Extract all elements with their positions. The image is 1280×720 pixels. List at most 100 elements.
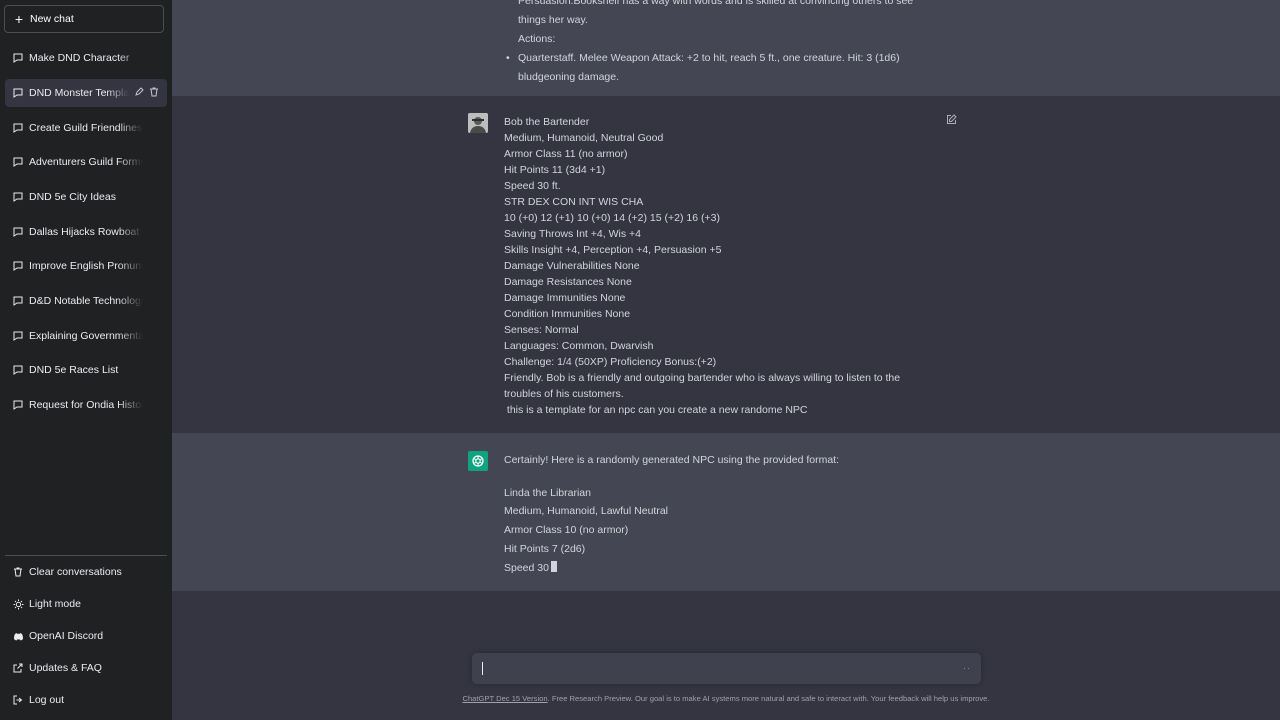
sidebar-item-conversation[interactable]: Explaining Governmental Empire [5,322,167,350]
clear-conversations-label: Clear conversations [29,566,122,578]
conversation-label: DND Monster Template [29,87,129,99]
message-line: 10 (+0) 12 (+1) 10 (+0) 14 (+2) 15 (+2) … [504,212,720,224]
sidebar-item-conversation[interactable]: Request for Ondia History details [5,391,167,419]
message-list-item: Quarterstaff. Melee Weapon Attack: +2 to… [506,49,938,68]
message-input[interactable]: ·· [472,653,981,684]
chat-bubble-icon [7,365,29,375]
conversation-label: Dallas Hijacks Rowboat [29,226,140,238]
sidebar-divider [5,555,167,556]
message-line: Hit Points 7 (2d6) [504,542,586,555]
message-line: Senses: Normal [504,324,579,336]
sidebar-item-conversation[interactable]: DND 5e City Ideas [5,183,167,211]
previous-assistant-message: Persuasion.Bookshelf has a way with word… [172,0,1280,97]
chat-bubble-icon [7,157,29,167]
chat-bubble-icon [7,261,29,271]
message-text: things her way. [518,14,588,26]
message-line: this is a template for an npc can you cr… [504,404,808,416]
conversation-label: Explaining Governmental Empire [29,330,143,342]
sidebar-item-conversation[interactable]: DND 5e Races List [5,356,167,384]
chat-bubble-icon [7,400,29,410]
conversation-label: D&D Notable Technologies [29,295,143,307]
sun-icon [7,599,29,610]
clear-conversations-button[interactable]: Clear conversations [5,559,167,585]
version-link[interactable]: ChatGPT Dec 15 Version [462,694,547,703]
chat-bubble-icon [7,296,29,306]
conversation-label: Make DND Character [29,52,130,64]
conversation-label: Create Guild Friendliness Scale [29,122,143,134]
discord-label: OpenAI Discord [29,630,104,642]
new-chat-label: New chat [30,13,74,25]
message-line: Speed 30 ft. [504,180,561,192]
chat-main: Persuasion.Bookshelf has a way with word… [172,0,1280,720]
conversation-label: Adventurers Guild Formed [29,156,143,168]
message-line: Friendly. Bob is a friendly and outgoing… [504,372,901,384]
sidebar: + New chat Make DND Character DND Monste… [0,0,172,720]
discord-link[interactable]: OpenAI Discord [5,623,167,649]
message-line: Damage Immunities None [504,292,626,304]
discord-icon [7,632,29,641]
edit-icon[interactable] [134,86,144,100]
message-line: Speed 30 [504,559,934,578]
text-caret [482,662,483,675]
log-out-label: Log out [29,694,65,706]
message-line: Damage Resistances None [504,276,632,288]
conversation-label: Improve English Pronunciation [29,260,143,272]
conversation-label: DND 5e City Ideas [29,191,116,203]
updates-faq-label: Updates & FAQ [29,662,102,674]
message-line: Skills Insight +4, Perception +4, Persua… [504,244,722,256]
sidebar-item-conversation[interactable]: Make DND Character [5,44,167,72]
sidebar-item-conversation[interactable]: Create Guild Friendliness Scale [5,114,167,142]
sidebar-item-conversation[interactable]: Adventurers Guild Formed [5,148,167,176]
light-mode-button[interactable]: Light mode [5,591,167,617]
message-line: Bob the Bartender [504,116,590,128]
chat-bubble-icon [7,53,29,63]
message-line: Medium, Humanoid, Neutral Good [504,132,664,144]
chat-bubble-icon [7,192,29,202]
message-text: bludgeoning damage. [518,71,620,83]
message-text: Persuasion.Bookshelf has a way with word… [518,0,914,7]
logout-icon [7,695,29,705]
footer-text: . Free Research Preview. Our goal is to … [547,694,990,703]
external-link-icon [7,663,29,673]
message-line: Challenge: 1/4 (50XP) Proficiency Bonus:… [504,356,717,368]
log-out-button[interactable]: Log out [5,687,167,713]
user-message: Bob the Bartender Medium, Humanoid, Neut… [504,114,934,418]
updates-faq-link[interactable]: Updates & FAQ [5,655,167,681]
sidebar-item-conversation-active[interactable]: DND Monster Template [5,79,167,107]
message-line: troubles of his customers. [504,388,624,400]
sidebar-item-conversation[interactable]: Dallas Hijacks Rowboat [5,218,167,246]
chat-bubble-icon [7,123,29,133]
light-mode-label: Light mode [29,598,81,610]
openai-logo-icon [468,451,488,471]
message-line: Armor Class 11 (no armor) [504,148,628,160]
message-line: Linda the Librarian [504,486,591,499]
message-line: Saving Throws Int +4, Wis +4 [504,228,641,240]
new-chat-button[interactable]: + New chat [4,5,164,33]
chat-bubble-icon [7,227,29,237]
message-line: Damage Vulnerabilities None [504,260,640,272]
message-intro: Certainly! Here is a randomly generated … [504,454,839,466]
message-line: Armor Class 10 (no armor) [504,524,629,537]
user-avatar [468,113,488,133]
sidebar-item-conversation[interactable]: Improve English Pronunciation [5,252,167,280]
trash-icon[interactable] [149,87,159,100]
plus-icon: + [14,11,24,27]
message-text: Actions: [518,33,556,45]
message-line: Condition Immunities None [504,308,631,320]
footer-disclaimer: ChatGPT Dec 15 Version. Free Research Pr… [172,694,1280,703]
assistant-message: Certainly! Here is a randomly generated … [504,451,934,577]
send-button-icon[interactable]: ·· [963,663,971,673]
trash-icon [7,567,29,577]
message-line: Languages: Common, Dwarvish [504,340,654,352]
chat-bubble-icon [7,331,29,341]
message-line-text: Speed 30 [504,561,549,574]
conversation-label: Request for Ondia History details [29,399,143,411]
edit-message-icon[interactable] [946,114,957,128]
message-line: Medium, Humanoid, Lawful Neutral [504,505,668,518]
conversation-label: DND 5e Races List [29,364,119,376]
message-line: Hit Points 11 (3d4 +1) [504,164,606,176]
sidebar-item-conversation[interactable]: D&D Notable Technologies [5,287,167,315]
typing-cursor [550,560,557,572]
message-line: STR DEX CON INT WIS CHA [504,196,644,208]
chat-bubble-icon [7,88,29,98]
